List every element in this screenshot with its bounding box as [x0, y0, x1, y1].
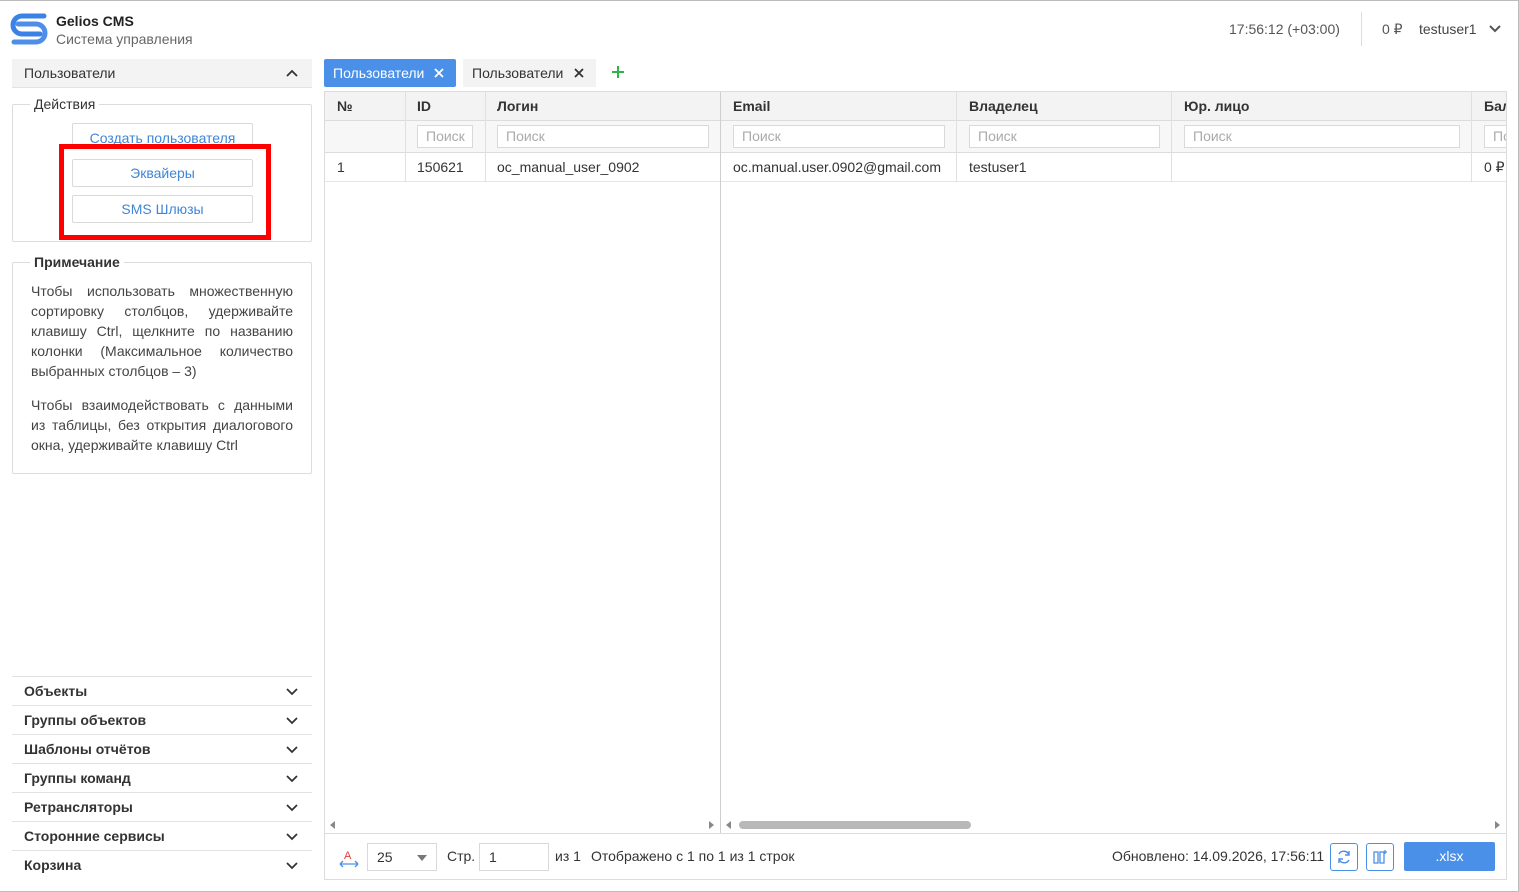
font-size-icon[interactable]: A: [339, 848, 359, 868]
cell-number: 1: [337, 159, 345, 175]
app-title: Gelios CMS: [56, 13, 134, 29]
scroll-left-icon[interactable]: [726, 821, 732, 829]
column-header-owner[interactable]: Владелец: [969, 98, 1038, 114]
scroll-right-icon[interactable]: [1494, 821, 1500, 829]
sidebar-section-users[interactable]: Пользователи: [12, 59, 312, 88]
create-user-button[interactable]: Создать пользователя: [72, 123, 253, 145]
tab-label: Пользователи: [472, 65, 564, 81]
sidebar-item-label: Корзина: [24, 857, 82, 873]
filter-id-input[interactable]: Поиск: [417, 125, 473, 148]
filter-legal-entity-input[interactable]: Поиск: [1184, 125, 1460, 148]
table-header: № ID Логин Email Владелец Юр. лицо Бал: [325, 92, 1506, 121]
page-label: Стр.: [447, 848, 476, 864]
sidebar-item-trash[interactable]: Корзина: [12, 850, 312, 879]
svg-text:A: A: [344, 850, 352, 862]
column-divider: [485, 92, 486, 182]
sidebar-item-label: Ретрансляторы: [24, 799, 133, 815]
sidebar-item-label: Группы команд: [24, 770, 131, 786]
chevron-down-icon[interactable]: [1488, 24, 1502, 34]
tab-label: Пользователи: [333, 65, 425, 81]
sidebar-item-retranslators[interactable]: Ретрансляторы: [12, 792, 312, 821]
cell-balance: 0 ₽: [1484, 159, 1505, 175]
sidebar-item-report-templates[interactable]: Шаблоны отчётов: [12, 734, 312, 763]
sidebar-item-command-groups[interactable]: Группы команд: [12, 763, 312, 792]
table-row[interactable]: 1 150621 oc_manual_user_0902 oc.manual.u…: [325, 153, 1506, 182]
scroll-left-icon[interactable]: [330, 821, 336, 829]
columns-settings-button[interactable]: [1366, 843, 1394, 871]
note-paragraph-sorting: Чтобы использовать множественную сортиро…: [31, 283, 293, 379]
filter-owner-input[interactable]: Поиск: [969, 125, 1160, 148]
chevron-down-icon: [286, 833, 298, 841]
column-divider: [956, 92, 957, 182]
chevron-down-icon: [286, 775, 298, 783]
tab-users[interactable]: Пользователи: [463, 59, 596, 87]
actions-legend: Действия: [30, 96, 100, 112]
chevron-down-icon: [286, 862, 298, 870]
sidebar-item-label: Шаблоны отчётов: [24, 741, 151, 757]
columns-icon: [1373, 850, 1387, 864]
highlight-annotation: [59, 144, 271, 240]
page-total-label: из 1: [555, 848, 581, 864]
page-size-select[interactable]: 25: [367, 843, 437, 871]
plus-icon[interactable]: [610, 64, 626, 80]
sidebar-section-title: Пользователи: [24, 65, 116, 81]
sidebar-item-object-groups[interactable]: Группы объектов: [12, 705, 312, 734]
close-icon[interactable]: [574, 68, 584, 78]
logo-icon[interactable]: [10, 12, 48, 46]
header-divider: [1361, 12, 1362, 46]
column-header-legal-entity[interactable]: Юр. лицо: [1184, 98, 1249, 114]
chevron-down-icon: [286, 804, 298, 812]
page-size-value: 25: [377, 849, 393, 865]
filter-balance-input[interactable]: По: [1484, 125, 1506, 148]
column-header-id[interactable]: ID: [417, 98, 431, 114]
chevron-up-icon[interactable]: [286, 69, 298, 77]
sidebar-item-third-party-services[interactable]: Сторонние сервисы: [12, 821, 312, 850]
filter-login-input[interactable]: Поиск: [497, 125, 709, 148]
scroll-right-icon[interactable]: [708, 821, 714, 829]
close-icon[interactable]: [434, 68, 444, 78]
app-header: Gelios CMS Система управления 17:56:12 (…: [0, 0, 1519, 58]
table-footer: A 25 Стр. 1 из 1 Отображено с 1 по 1 из …: [325, 833, 1506, 879]
filter-email-input[interactable]: Поиск: [733, 125, 945, 148]
rows-shown-label: Отображено с 1 по 1 из 1 строк: [591, 848, 795, 864]
sidebar-item-label: Сторонние сервисы: [24, 828, 165, 844]
users-table: № ID Логин Email Владелец Юр. лицо Бал П…: [324, 91, 1507, 880]
tab-users-active[interactable]: Пользователи: [324, 59, 456, 87]
chevron-down-icon: [286, 688, 298, 696]
page-number-input[interactable]: 1: [479, 843, 549, 871]
sidebar-item-label: Группы объектов: [24, 712, 147, 728]
column-header-email[interactable]: Email: [733, 98, 770, 114]
column-header-login[interactable]: Логин: [497, 98, 538, 114]
column-divider: [1471, 92, 1472, 182]
column-header-number[interactable]: №: [337, 98, 353, 114]
cell-owner: testuser1: [969, 159, 1027, 175]
user-menu[interactable]: testuser1: [1419, 21, 1477, 37]
note-legend: Примечание: [30, 254, 124, 270]
column-divider: [1171, 92, 1172, 182]
column-header-balance[interactable]: Бал: [1484, 98, 1506, 114]
caret-down-icon: [417, 855, 427, 861]
cell-login: oc_manual_user_0902: [497, 159, 640, 175]
balance-display[interactable]: 0 ₽: [1382, 21, 1403, 38]
frozen-column-divider: [720, 92, 721, 833]
updated-label: Обновлено: 14.09.2026, 17:56:11: [1112, 848, 1325, 864]
horizontal-scrollbar[interactable]: [325, 818, 1506, 832]
refresh-icon: [1338, 850, 1350, 864]
cell-id: 150621: [417, 159, 464, 175]
app-subtitle: Система управления: [56, 31, 193, 47]
sidebar-item-objects[interactable]: Объекты: [12, 676, 312, 705]
note-panel: Примечание Чтобы использовать множествен…: [12, 254, 312, 474]
column-divider: [405, 92, 406, 182]
chevron-down-icon: [286, 717, 298, 725]
table-filter-row: Поиск Поиск Поиск Поиск Поиск По: [325, 121, 1506, 153]
server-time: 17:56:12 (+03:00): [1229, 21, 1340, 37]
refresh-button[interactable]: [1330, 843, 1358, 871]
chevron-down-icon: [286, 746, 298, 754]
scrollbar-thumb[interactable]: [739, 821, 971, 829]
note-paragraph-ctrl: Чтобы взаимодействовать с данными из таб…: [31, 397, 293, 453]
sidebar-item-label: Объекты: [24, 683, 88, 699]
export-xlsx-button[interactable]: .xlsx: [1404, 842, 1495, 871]
cell-email: oc.manual.user.0902@gmail.com: [733, 159, 941, 175]
